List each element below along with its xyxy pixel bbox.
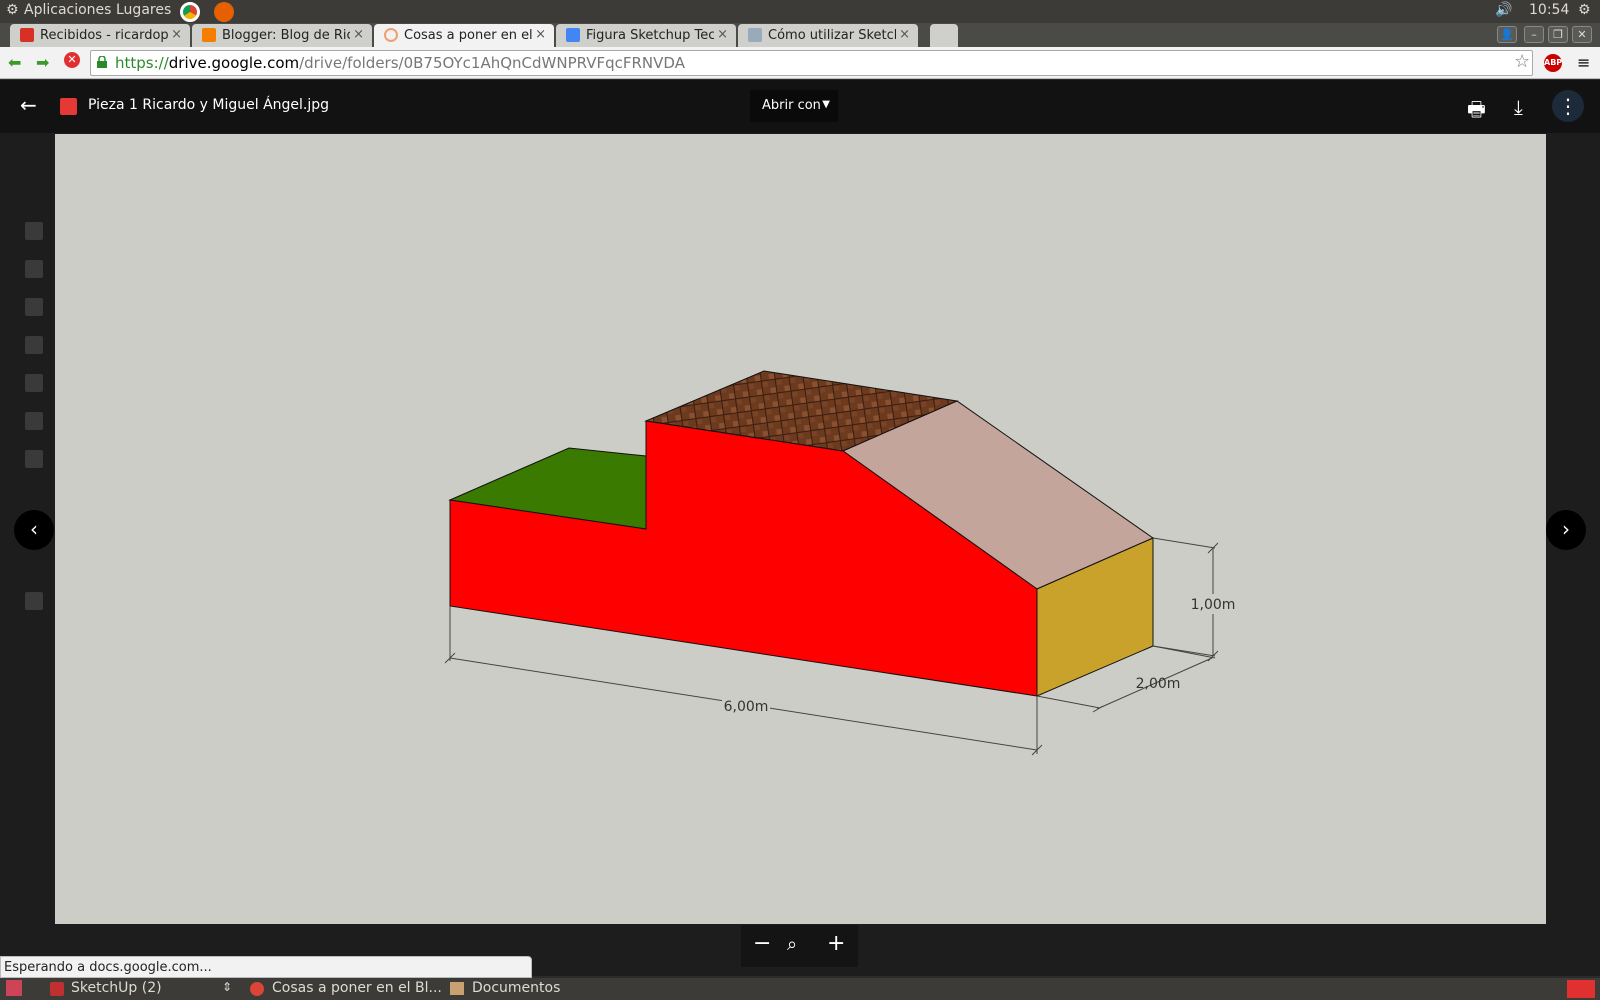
zoom-in-icon[interactable]: +	[827, 931, 845, 956]
loading-favicon-icon	[384, 28, 398, 42]
os-taskbar: SketchUp (2) ⇕ Cosas a poner en el Bl...…	[0, 978, 1600, 1000]
folder-icon	[450, 982, 464, 995]
new-tab-button[interactable]	[930, 24, 958, 47]
trash-icon	[25, 450, 43, 468]
loading-status: Esperando a docs.google.com...	[0, 956, 532, 978]
address-bar[interactable]: https://drive.google.com/drive/folders/0…	[90, 50, 1533, 76]
list-view-icon	[25, 592, 43, 610]
close-tab-icon[interactable]: ×	[353, 27, 364, 42]
print-icon[interactable]: 🖶	[1467, 95, 1486, 129]
url-scheme: https://	[115, 54, 169, 72]
close-window-icon[interactable]: ✕	[1572, 26, 1592, 43]
chrome-taskbar-icon	[250, 982, 264, 996]
next-file-button[interactable]: ›	[1546, 510, 1586, 550]
dropdown-arrow-icon: ▼	[822, 99, 830, 110]
tab-active-blog[interactable]: Cosas a poner en el B ×	[374, 24, 554, 47]
chevron-left-icon: ‹	[30, 517, 38, 541]
places-menu[interactable]: Lugares	[116, 2, 171, 18]
browser-tab-strip: Recibidos - ricardop × Blogger: Blog de …	[0, 23, 1600, 47]
profile-icon[interactable]: 👤	[1497, 26, 1517, 43]
image-preview: 6,00m 2,00m 1,00m	[55, 134, 1546, 924]
docs-favicon-icon	[566, 28, 580, 42]
page-favicon-icon	[748, 28, 762, 42]
viewer-header: ← Pieza 1 Ricardo y Miguel Ángel.jpg Abr…	[0, 80, 1600, 133]
drive-icon	[25, 222, 43, 240]
open-with-label: Abrir con	[762, 98, 821, 113]
stop-loading-icon[interactable]: ✕	[64, 52, 80, 68]
previous-file-button[interactable]: ‹	[14, 510, 54, 550]
tab-figura-sketchup[interactable]: Figura Sketchup Tec ×	[556, 24, 736, 47]
clock[interactable]: 10:54	[1529, 2, 1569, 18]
drive-file-viewer: ← Pieza 1 Ricardo y Miguel Ángel.jpg Abr…	[0, 80, 1600, 976]
tab-title: Recibidos - ricardop	[40, 28, 168, 43]
blogger-favicon-icon	[202, 28, 216, 42]
minimize-window-icon[interactable]: –	[1524, 26, 1544, 43]
tab-title: Figura Sketchup Tec	[586, 28, 714, 43]
ubuntu-logo-icon[interactable]: ⚙	[6, 2, 19, 18]
close-tab-icon[interactable]: ×	[535, 27, 546, 42]
volume-icon[interactable]: 🔊	[1495, 2, 1512, 18]
more-vert-icon[interactable]: ⋮	[1552, 90, 1584, 122]
tab-title: Cosas a poner en el B	[404, 28, 532, 43]
recent-icon	[25, 336, 43, 354]
tab-title: Blogger: Blog de Ric	[222, 28, 350, 43]
height-label: 1,00m	[1191, 597, 1236, 613]
length-label: 6,00m	[724, 699, 769, 715]
forward-icon[interactable]: ➡	[36, 53, 49, 72]
back-arrow-icon[interactable]: ←	[20, 93, 37, 117]
lock-icon	[97, 56, 107, 68]
workspace-switcher-icon[interactable]	[1567, 980, 1595, 998]
close-tab-icon[interactable]: ×	[717, 27, 728, 42]
taskbar-chrome[interactable]: Cosas a poner en el Bl...	[272, 980, 442, 996]
taskbar-sketchup[interactable]: SketchUp (2)	[71, 980, 162, 996]
firefox-launcher-icon[interactable]	[214, 2, 234, 22]
shared-icon	[25, 298, 43, 316]
computers-icon	[25, 260, 43, 278]
close-tab-icon[interactable]: ×	[171, 27, 182, 42]
zoom-controls: − ⌕ +	[741, 925, 858, 967]
show-desktop-icon[interactable]	[6, 980, 22, 996]
zoom-reset-icon[interactable]: ⌕	[787, 934, 797, 955]
image-file-icon	[60, 98, 77, 115]
chevron-right-icon: ›	[1562, 517, 1570, 541]
browser-toolbar: ⬅ ➡ ✕ https://drive.google.com/drive/fol…	[0, 47, 1600, 79]
system-gear-icon[interactable]: ⚙	[1578, 2, 1591, 18]
restore-window-icon[interactable]: ❐	[1548, 26, 1568, 43]
open-with-button[interactable]: Abrir con ▼	[750, 90, 838, 122]
download-icon[interactable]: ⤓	[1514, 95, 1523, 119]
chrome-launcher-icon[interactable]	[180, 2, 200, 22]
sketchup-drawing: 6,00m 2,00m 1,00m	[444, 370, 1238, 756]
url-host: drive.google.com	[168, 54, 300, 72]
os-top-panel: ⚙ Aplicaciones Lugares 🔊 10:54 ⚙	[0, 0, 1600, 23]
close-tab-icon[interactable]: ×	[899, 27, 910, 42]
applications-menu[interactable]: Aplicaciones	[24, 2, 111, 18]
photos-icon	[25, 374, 43, 392]
file-name: Pieza 1 Ricardo y Miguel Ángel.jpg	[88, 97, 330, 113]
tab-blogger[interactable]: Blogger: Blog de Ric ×	[192, 24, 372, 47]
sketchup-icon	[50, 982, 64, 996]
width-label: 2,00m	[1136, 676, 1181, 692]
window-group-arrows-icon[interactable]: ⇕	[222, 980, 232, 994]
zoom-out-icon[interactable]: −	[753, 931, 771, 956]
tab-como-utilizar[interactable]: Cómo utilizar Sketch ×	[738, 24, 918, 47]
url-path: /drive/folders/0B75OYc1AhQnCdWNPRVFqcFRN…	[299, 54, 685, 72]
adblock-icon[interactable]: ABP	[1544, 54, 1562, 72]
back-icon[interactable]: ⬅	[8, 53, 21, 72]
gmail-favicon-icon	[20, 28, 34, 42]
taskbar-documents[interactable]: Documentos	[472, 980, 560, 996]
tab-gmail[interactable]: Recibidos - ricardop ×	[10, 24, 190, 47]
starred-icon	[25, 412, 43, 430]
tab-title: Cómo utilizar Sketch	[768, 28, 896, 43]
bookmark-star-icon[interactable]: ☆	[1514, 51, 1530, 72]
chrome-menu-icon[interactable]: ≡	[1577, 53, 1590, 72]
